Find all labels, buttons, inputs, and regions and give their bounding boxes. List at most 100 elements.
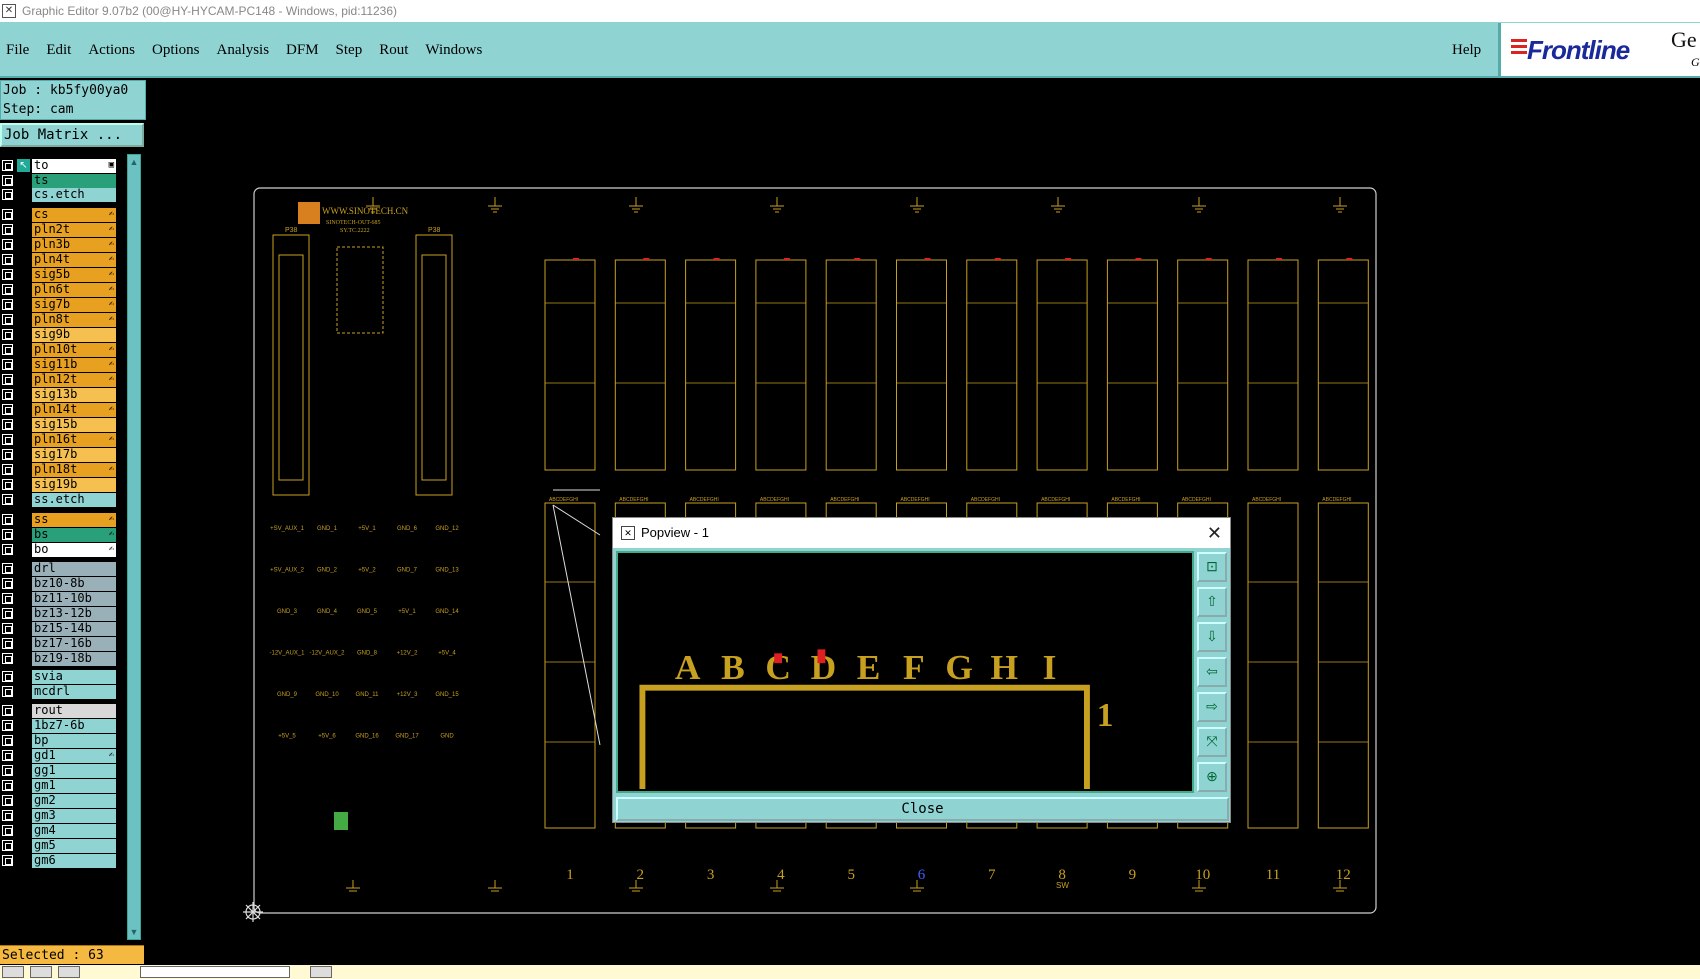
layer-row-1bz7-6b[interactable]: 1bz7-6b xyxy=(0,718,118,733)
layer-checkbox[interactable] xyxy=(2,299,13,310)
layer-checkbox[interactable] xyxy=(2,254,13,265)
menu-analysis[interactable]: Analysis xyxy=(217,42,270,59)
layer-row-cs[interactable]: cs ✍ xyxy=(0,207,118,222)
layer-label[interactable]: pln18t ✍ xyxy=(32,463,116,477)
layer-label[interactable]: bo ✍ xyxy=(32,543,116,557)
layer-label[interactable]: gg1 xyxy=(32,764,116,778)
layer-row-pln18t[interactable]: pln18t ✍ xyxy=(0,462,118,477)
layer-checkbox[interactable] xyxy=(2,329,13,340)
popview-canvas[interactable]: ABCDEFGHI 1 xyxy=(616,551,1194,793)
layer-label[interactable]: pln14t ✍ xyxy=(32,403,116,417)
layer-row-ss[interactable]: ss ✍ xyxy=(0,512,118,527)
layer-checkbox[interactable] xyxy=(2,780,13,791)
layer-row-bz13-12b[interactable]: bz13-12b xyxy=(0,606,118,621)
layer-label[interactable]: bz19-18b xyxy=(32,652,116,666)
layer-label[interactable]: gd1 ✍ xyxy=(32,749,116,763)
job-matrix-button[interactable]: Job Matrix ... xyxy=(0,123,144,147)
layer-checkbox[interactable] xyxy=(2,359,13,370)
layer-label[interactable]: drl xyxy=(32,562,116,576)
layer-checkbox[interactable] xyxy=(2,374,13,385)
layer-checkbox[interactable] xyxy=(2,529,13,540)
layer-checkbox[interactable] xyxy=(2,810,13,821)
menu-edit[interactable]: Edit xyxy=(46,42,71,59)
close-button[interactable]: Close xyxy=(616,797,1229,821)
menu-step[interactable]: Step xyxy=(336,42,363,59)
layer-label[interactable]: ss.etch xyxy=(32,493,116,507)
layer-checkbox[interactable] xyxy=(2,419,13,430)
layer-label[interactable]: bz15-14b xyxy=(32,622,116,636)
layer-checkbox[interactable] xyxy=(2,705,13,716)
layer-checkbox[interactable] xyxy=(2,638,13,649)
layer-label[interactable]: gm3 xyxy=(32,809,116,823)
layer-checkbox[interactable] xyxy=(2,239,13,250)
layer-checkbox[interactable] xyxy=(2,671,13,682)
layer-checkbox[interactable] xyxy=(2,653,13,664)
layer-row-rout[interactable]: rout xyxy=(0,703,118,718)
layer-checkbox[interactable] xyxy=(2,578,13,589)
menu-file[interactable]: File xyxy=(6,42,29,59)
layer-checkbox[interactable] xyxy=(2,795,13,806)
layer-row-gm2[interactable]: gm2 xyxy=(0,793,118,808)
layer-label[interactable]: pln16t ✍ xyxy=(32,433,116,447)
layer-checkbox[interactable] xyxy=(2,686,13,697)
layer-checkbox[interactable] xyxy=(2,855,13,866)
layer-label[interactable]: cs ✍ xyxy=(32,208,116,222)
popview-titlebar[interactable]: ✕ Popview - 1 ✕ xyxy=(613,518,1230,548)
fit-icon[interactable]: ⤧ xyxy=(1197,727,1227,757)
layer-label[interactable]: to ▣ xyxy=(32,159,116,173)
layer-row-sig9b[interactable]: sig9b xyxy=(0,327,118,342)
layer-label[interactable]: gm2 xyxy=(32,794,116,808)
layer-row-sig11b[interactable]: sig11b ✍ xyxy=(0,357,118,372)
menu-rout[interactable]: Rout xyxy=(379,42,408,59)
layer-label[interactable]: bz10-8b xyxy=(32,577,116,591)
center-icon[interactable]: ⊕ xyxy=(1197,762,1227,792)
layer-row-bz15-14b[interactable]: bz15-14b xyxy=(0,621,118,636)
layer-row-svia[interactable]: svia xyxy=(0,669,118,684)
layer-label[interactable]: bz17-16b xyxy=(32,637,116,651)
layer-label[interactable]: sig13b xyxy=(32,388,116,402)
zoom-up-icon[interactable]: ⇧ xyxy=(1197,587,1227,617)
layer-checkbox[interactable] xyxy=(2,750,13,761)
layer-label[interactable]: bp xyxy=(32,734,116,748)
layer-checkbox[interactable] xyxy=(2,209,13,220)
status-btn-4[interactable] xyxy=(310,966,332,978)
layer-row-pln16t[interactable]: pln16t ✍ xyxy=(0,432,118,447)
layer-row-pln2t[interactable]: pln2t ✍ xyxy=(0,222,118,237)
layer-checkbox[interactable] xyxy=(2,284,13,295)
layer-row-sig5b[interactable]: sig5b ✍ xyxy=(0,267,118,282)
layer-row-pln4t[interactable]: pln4t ✍ xyxy=(0,252,118,267)
layer-checkbox[interactable] xyxy=(2,494,13,505)
menu-help[interactable]: Help xyxy=(1452,42,1481,59)
layer-checkbox[interactable] xyxy=(2,825,13,836)
layer-row-gg1[interactable]: gg1 xyxy=(0,763,118,778)
layer-checkbox[interactable] xyxy=(2,269,13,280)
layer-label[interactable]: sig17b xyxy=(32,448,116,462)
layer-scrollbar[interactable]: ▲ ▼ xyxy=(127,154,141,940)
layer-checkbox[interactable] xyxy=(2,593,13,604)
layer-row-mcdrl[interactable]: mcdrl xyxy=(0,684,118,699)
menu-actions[interactable]: Actions xyxy=(88,42,135,59)
layer-row-gm5[interactable]: gm5 xyxy=(0,838,118,853)
status-btn-1[interactable] xyxy=(2,966,24,978)
layer-label[interactable]: pln2t ✍ xyxy=(32,223,116,237)
layer-label[interactable]: pln8t ✍ xyxy=(32,313,116,327)
layer-label[interactable]: bz13-12b xyxy=(32,607,116,621)
layer-row-pln10t[interactable]: pln10t ✍ xyxy=(0,342,118,357)
layer-label[interactable]: svia xyxy=(32,670,116,684)
layer-checkbox[interactable] xyxy=(2,224,13,235)
layer-label[interactable]: pln4t ✍ xyxy=(32,253,116,267)
layer-checkbox[interactable] xyxy=(2,765,13,776)
status-field[interactable] xyxy=(140,966,290,978)
layer-label[interactable]: pln12t ✍ xyxy=(32,373,116,387)
layer-checkbox[interactable] xyxy=(2,623,13,634)
status-btn-3[interactable] xyxy=(58,966,80,978)
layer-label[interactable]: pln10t ✍ xyxy=(32,343,116,357)
layer-row-gm3[interactable]: gm3 xyxy=(0,808,118,823)
layer-checkbox[interactable] xyxy=(2,160,13,171)
layer-row-sig19b[interactable]: sig19b xyxy=(0,477,118,492)
layer-row-bz11-10b[interactable]: bz11-10b xyxy=(0,591,118,606)
layer-checkbox[interactable] xyxy=(2,434,13,445)
layer-label[interactable]: pln3b ✍ xyxy=(32,238,116,252)
layer-label[interactable]: sig5b ✍ xyxy=(32,268,116,282)
layer-row-pln14t[interactable]: pln14t ✍ xyxy=(0,402,118,417)
